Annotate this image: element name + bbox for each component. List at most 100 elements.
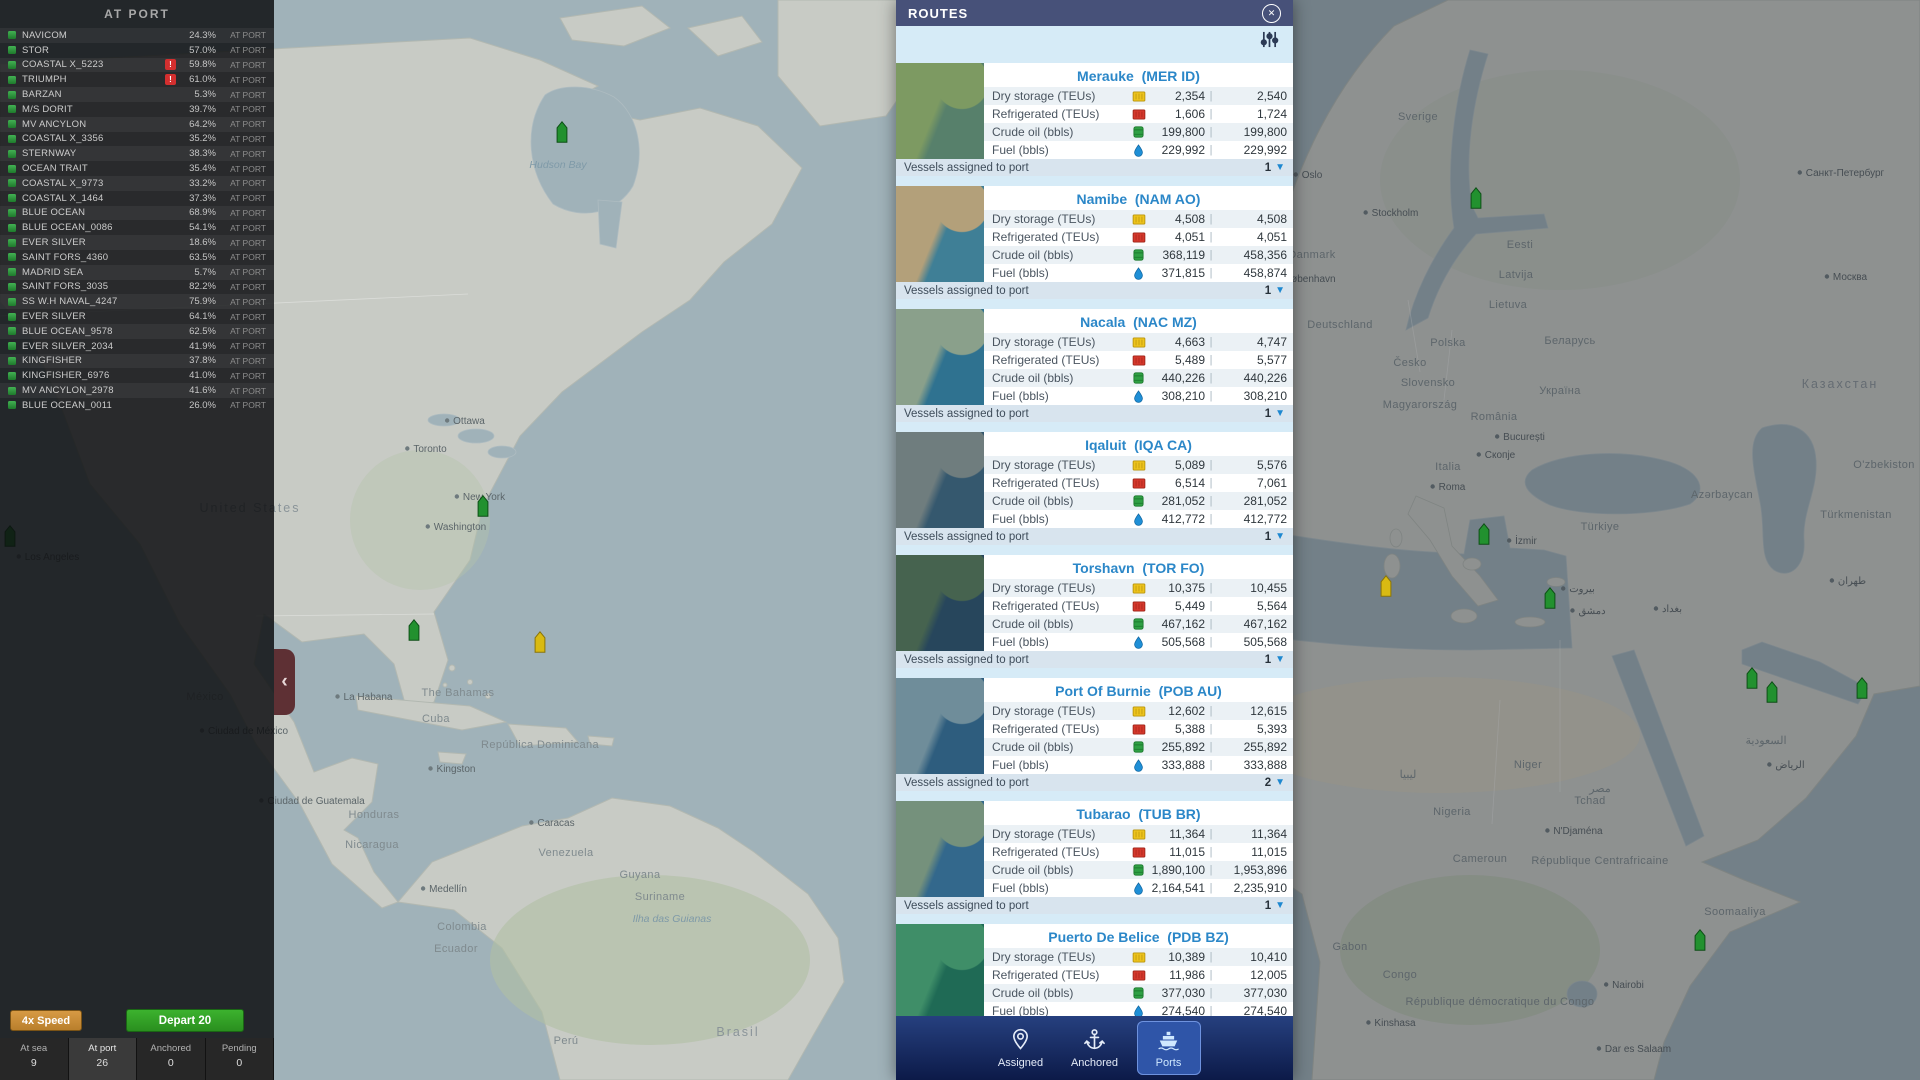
routes-nav-ports[interactable]: Ports (1136, 1021, 1201, 1075)
vessel-row[interactable]: MADRID SEA ! 5.7% AT PORT (0, 264, 274, 280)
port-card: Merauke (MER ID) Dry storage (TEUs) 2,35… (896, 63, 1293, 176)
port-vessels-footer[interactable]: Vessels assigned to port 1 ▼ (896, 528, 1293, 545)
port-thumbnail[interactable] (896, 309, 984, 405)
port-name[interactable]: Port Of Burnie (POB AU) (984, 678, 1293, 702)
dropdown-caret-icon[interactable]: ▼ (1275, 408, 1285, 419)
port-name[interactable]: Puerto De Belice (PDB BZ) (984, 924, 1293, 948)
dropdown-caret-icon[interactable]: ▼ (1275, 654, 1285, 665)
vessel-status: AT PORT (230, 133, 266, 144)
vessel-row[interactable]: SAINT FORS_4360 ! 63.5% AT PORT (0, 250, 274, 265)
vessel-name: SAINT FORS_4360 (22, 251, 109, 263)
port-name[interactable]: Namibe (NAM AO) (984, 186, 1293, 210)
vessel-row[interactable]: BARZAN ! 5.3% AT PORT (0, 87, 274, 102)
port-thumbnail[interactable] (896, 924, 984, 1020)
dropdown-caret-icon[interactable]: ▼ (1275, 531, 1285, 542)
port-name[interactable]: Tubarao (TUB BR) (984, 801, 1293, 825)
vessel-name: SAINT FORS_3035 (22, 281, 109, 293)
dropdown-caret-icon[interactable]: ▼ (1275, 162, 1285, 173)
filter-icon[interactable] (1260, 31, 1279, 53)
vessel-name: M/S DORIT (22, 103, 73, 115)
warning-icon: ! (165, 74, 176, 86)
vessel-row[interactable]: BLUE OCEAN_9578 ! 62.5% AT PORT (0, 323, 274, 339)
vessel-name: COASTAL X_1464 (22, 192, 104, 204)
reefer-icon (1130, 600, 1147, 612)
resource-current-value: 10,389 (1168, 950, 1205, 964)
vessel-row[interactable]: COASTAL X_5223 ! 59.8% AT PORT (0, 57, 274, 73)
resource-label: Dry storage (TEUs) (992, 581, 1096, 595)
port-thumbnail[interactable] (896, 186, 984, 282)
port-vessels-footer[interactable]: Vessels assigned to port 1 ▼ (896, 897, 1293, 914)
port-thumbnail[interactable] (896, 801, 984, 897)
vessel-map-marker[interactable] (534, 631, 546, 653)
value-separator: | (1209, 495, 1213, 507)
fleet-tab-at-port[interactable]: At port 26 (68, 1038, 137, 1080)
vessel-row[interactable]: OCEAN TRAIT ! 35.4% AT PORT (0, 161, 274, 176)
vessel-row[interactable]: EVER SILVER ! 64.1% AT PORT (0, 309, 274, 324)
vessel-row[interactable]: STOR ! 57.0% AT PORT (0, 43, 274, 58)
vessel-row[interactable]: NAVICOM ! 24.3% AT PORT (0, 28, 274, 43)
routes-nav-anchored[interactable]: Anchored (1063, 1021, 1127, 1075)
port-thumbnail[interactable] (896, 63, 984, 159)
port-vessels-footer[interactable]: Vessels assigned to port 1 ▼ (896, 405, 1293, 422)
port-thumbnail[interactable] (896, 555, 984, 651)
port-vessels-footer[interactable]: Vessels assigned to port 1 ▼ (896, 159, 1293, 176)
fleet-tab-anchored[interactable]: Anchored 0 (137, 1038, 206, 1080)
vessel-row[interactable]: STERNWAY ! 38.3% AT PORT (0, 146, 274, 162)
vessel-map-marker[interactable] (1544, 587, 1556, 609)
vessel-map-marker[interactable] (408, 619, 420, 641)
vessel-row[interactable]: SAINT FORS_3035 ! 82.2% AT PORT (0, 280, 274, 295)
dropdown-caret-icon[interactable]: ▼ (1275, 285, 1285, 296)
vessel-row[interactable]: COASTAL X_3356 ! 35.2% AT PORT (0, 132, 274, 147)
vessel-row[interactable]: EVER SILVER ! 18.6% AT PORT (0, 235, 274, 250)
resource-capacity-value: 467,162 (1243, 617, 1287, 631)
speed-button[interactable]: 4x Speed (10, 1010, 82, 1031)
dropdown-caret-icon[interactable]: ▼ (1275, 777, 1285, 788)
vessel-row[interactable]: BLUE OCEAN ! 68.9% AT PORT (0, 205, 274, 221)
port-name[interactable]: Merauke (MER ID) (984, 63, 1293, 87)
vessel-row[interactable]: MV ANCYLON_2978 ! 41.6% AT PORT (0, 383, 274, 398)
close-icon[interactable]: ✕ (1262, 3, 1281, 23)
port-vessels-footer[interactable]: Vessels assigned to port 1 ▼ (896, 282, 1293, 299)
port-vessels-footer[interactable]: Vessels assigned to port 2 ▼ (896, 774, 1293, 791)
port-name[interactable]: Nacala (NAC MZ) (984, 309, 1293, 333)
port-resource-row: Fuel (bbls) 229,992 | 229,992 (984, 141, 1293, 159)
resource-label: Crude oil (bbls) (992, 863, 1074, 877)
vessel-row[interactable]: COASTAL X_1464 ! 37.3% AT PORT (0, 191, 274, 206)
vessel-map-marker[interactable] (1856, 677, 1868, 699)
vessels-count: 1 (1264, 899, 1272, 912)
vessel-map-marker[interactable] (1380, 575, 1392, 597)
resource-label: Refrigerated (TEUs) (992, 722, 1100, 736)
vessel-row[interactable]: BLUE OCEAN_0086 ! 54.1% AT PORT (0, 220, 274, 235)
sidebar-collapse-button[interactable]: ‹ (274, 649, 295, 715)
fleet-tab-pending[interactable]: Pending 0 (205, 1038, 274, 1080)
dry-icon (1130, 459, 1147, 471)
vessel-map-marker[interactable] (1470, 187, 1482, 209)
vessel-map-marker[interactable] (1746, 667, 1758, 689)
dropdown-caret-icon[interactable]: ▼ (1275, 900, 1285, 911)
vessel-row[interactable]: EVER SILVER_2034 ! 41.9% AT PORT (0, 339, 274, 354)
vessel-map-marker[interactable] (1766, 681, 1778, 703)
routes-nav-assigned[interactable]: Assigned (989, 1021, 1053, 1075)
port-vessels-footer[interactable]: Vessels assigned to port 1 ▼ (896, 651, 1293, 668)
port-thumbnail[interactable] (896, 678, 984, 774)
vessel-map-marker[interactable] (1694, 929, 1706, 951)
vessel-status: AT PORT (230, 163, 266, 174)
vessel-map-marker[interactable] (1478, 523, 1490, 545)
depart-button[interactable]: Depart 20 (126, 1009, 244, 1032)
vessel-row[interactable]: SS W.H NAVAL_4247 ! 75.9% AT PORT (0, 294, 274, 310)
vessel-row[interactable]: COASTAL X_9773 ! 33.2% AT PORT (0, 175, 274, 191)
vessel-row[interactable]: TRIUMPH ! 61.0% AT PORT (0, 72, 274, 87)
fleet-tab-at-sea[interactable]: At sea 9 (0, 1038, 69, 1080)
vessel-map-marker[interactable] (477, 495, 489, 517)
vessel-row[interactable]: KINGFISHER ! 37.8% AT PORT (0, 353, 274, 369)
crude-icon (1130, 987, 1147, 999)
port-name[interactable]: Torshavn (TOR FO) (984, 555, 1293, 579)
crude-icon (1130, 618, 1147, 630)
vessel-row[interactable]: KINGFISHER_6976 ! 41.0% AT PORT (0, 368, 274, 383)
port-thumbnail[interactable] (896, 432, 984, 528)
vessel-row[interactable]: MV ANCYLON ! 64.2% AT PORT (0, 116, 274, 132)
port-name[interactable]: Iqaluit (IQA CA) (984, 432, 1293, 456)
vessel-row[interactable]: BLUE OCEAN_0011 ! 26.0% AT PORT (0, 398, 274, 413)
vessel-row[interactable]: M/S DORIT ! 39.7% AT PORT (0, 102, 274, 117)
vessel-map-marker[interactable] (556, 121, 568, 143)
